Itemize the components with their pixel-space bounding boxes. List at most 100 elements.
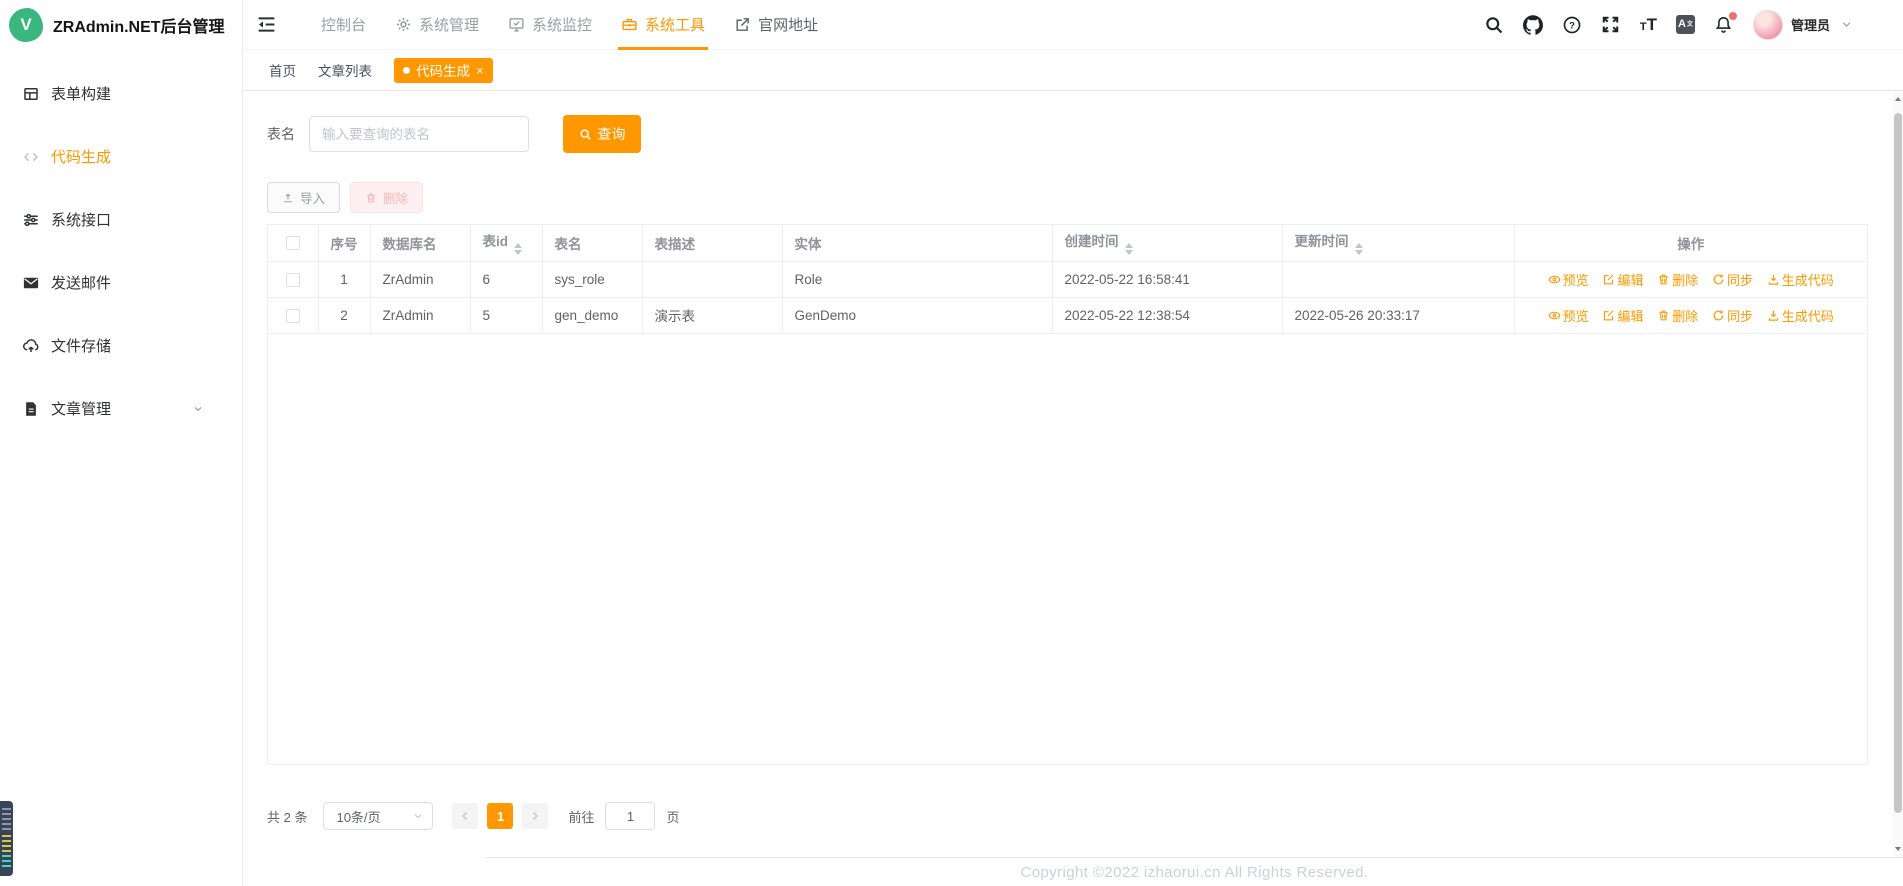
- sort-icon[interactable]: [1124, 243, 1133, 256]
- fullscreen-icon[interactable]: [1601, 15, 1621, 35]
- help-icon[interactable]: ?: [1562, 15, 1582, 35]
- sidebar-item-label: 文章管理: [51, 401, 112, 418]
- sidebar-item-label: 系统接口: [51, 212, 112, 229]
- goto-page-input[interactable]: [605, 802, 656, 830]
- col-created-at[interactable]: 创建时间: [1052, 225, 1283, 262]
- select-all-checkbox[interactable]: [285, 236, 300, 251]
- next-page-button[interactable]: [522, 803, 549, 829]
- svg-text:?: ?: [1569, 20, 1575, 31]
- scrollbar-thumb[interactable]: [1894, 113, 1902, 813]
- nav-item-label: 系统监控: [532, 17, 593, 34]
- username[interactable]: 管理员: [1791, 15, 1830, 34]
- delete-button[interactable]: 删除: [350, 182, 424, 213]
- active-tab-dot: [403, 66, 410, 74]
- scrollbar[interactable]: [1893, 91, 1903, 857]
- cell-database: ZrAdmin: [370, 261, 471, 298]
- cell-description: 演示表: [642, 297, 783, 334]
- edit-link[interactable]: 编辑: [1602, 270, 1643, 289]
- user-chevron-down-icon[interactable]: [1840, 18, 1853, 31]
- sidebar: V ZRAdmin.NET后台管理 表单构建 代码生成 系统接口 发送邮件 文件…: [0, 0, 243, 886]
- copyright-text: Copyright ©2022 izhaorui.cn All Rights R…: [1020, 863, 1369, 881]
- page-number-button[interactable]: 1: [487, 803, 514, 829]
- gen-table: 序号 数据库名 表id 表名 表描述 实体 创建时间 更新时间 操作 1 ZrA…: [267, 224, 1868, 765]
- tab-article-list[interactable]: 文章列表: [318, 60, 372, 80]
- sidebar-item-article-manage[interactable]: 文章管理: [0, 377, 242, 440]
- notification-bell-icon[interactable]: [1714, 11, 1737, 35]
- github-icon[interactable]: [1522, 14, 1543, 35]
- sidebar-item-form-build[interactable]: 表单构建: [0, 62, 242, 125]
- sidebar-item-send-mail[interactable]: 发送邮件: [0, 251, 242, 314]
- language-sup: 文: [1686, 21, 1693, 28]
- prev-page-button[interactable]: [452, 803, 479, 829]
- main-area: 控制台 系统管理 系统监控 系统工具 官网地址 ? T T A 文 管理员 首页…: [243, 0, 1903, 886]
- toolbox-icon: [621, 16, 638, 33]
- generate-code-link[interactable]: 生成代码: [1767, 270, 1834, 289]
- import-button[interactable]: 导入: [267, 182, 341, 213]
- nav-item-official-site[interactable]: 官网地址: [734, 0, 818, 50]
- nav-item-system-manage[interactable]: 系统管理: [395, 0, 479, 50]
- trash-icon: [365, 192, 377, 204]
- language-icon[interactable]: A文: [1675, 15, 1695, 34]
- menu-fold-icon[interactable]: [243, 0, 291, 50]
- table-row[interactable]: 2 ZrAdmin 5 gen_demo 演示表 GenDemo 2022-05…: [268, 297, 1867, 334]
- navbar-right: ? TT A文 管理员: [1484, 9, 1903, 40]
- widget-stripes-teal: [2, 855, 11, 869]
- scroll-down-arrow[interactable]: [1893, 843, 1903, 855]
- query-button[interactable]: 查询: [563, 115, 641, 153]
- nav-item-system-monitor[interactable]: 系统监控: [508, 0, 592, 50]
- import-button-label: 导入: [300, 192, 326, 206]
- delete-link[interactable]: 删除: [1657, 270, 1698, 289]
- edit-icon: [1602, 273, 1615, 286]
- language-letter: A: [1678, 18, 1686, 30]
- cell-table-id: 6: [470, 261, 543, 298]
- preview-link[interactable]: 预览: [1548, 306, 1589, 325]
- preview-link[interactable]: 预览: [1548, 270, 1589, 289]
- col-entity: 实体: [782, 225, 1053, 262]
- cell-table-id: 5: [470, 297, 543, 334]
- sync-link[interactable]: 同步: [1712, 270, 1753, 289]
- sidebar-menu: 表单构建 代码生成 系统接口 发送邮件 文件存储 文章管理: [0, 50, 242, 440]
- sidebar-item-file-storage[interactable]: 文件存储: [0, 314, 242, 377]
- row-checkbox[interactable]: [285, 308, 300, 323]
- scroll-up-arrow[interactable]: [1893, 93, 1903, 105]
- row-checkbox[interactable]: [285, 272, 300, 287]
- table-row[interactable]: 1 ZrAdmin 6 sys_role Role 2022-05-22 16:…: [268, 261, 1867, 298]
- trash-icon: [1657, 309, 1670, 322]
- generate-code-link[interactable]: 生成代码: [1767, 306, 1834, 325]
- col-table-id[interactable]: 表id: [470, 225, 543, 262]
- notification-badge: [1728, 11, 1737, 20]
- nav-item-label: 官网地址: [758, 17, 819, 34]
- page-size-select[interactable]: 10条/页: [323, 802, 434, 830]
- tab-code-gen[interactable]: 代码生成 ×: [394, 57, 493, 83]
- cell-index: 2: [318, 297, 371, 334]
- sidebar-item-code-gen[interactable]: 代码生成: [0, 125, 242, 188]
- font-size-icon[interactable]: TT: [1640, 16, 1657, 33]
- nav-item-console[interactable]: 控制台: [321, 0, 366, 50]
- query-button-label: 查询: [597, 126, 626, 142]
- nav-item-system-tools[interactable]: 系统工具: [618, 0, 709, 50]
- sidebar-item-system-api[interactable]: 系统接口: [0, 188, 242, 251]
- sort-icon[interactable]: [1354, 243, 1363, 256]
- edit-link[interactable]: 编辑: [1602, 306, 1643, 325]
- logo-letter: V: [20, 15, 32, 34]
- col-updated-at[interactable]: 更新时间: [1282, 225, 1515, 262]
- cell-description: [642, 261, 783, 298]
- search-icon: [579, 128, 592, 141]
- tab-close-icon[interactable]: ×: [476, 64, 484, 77]
- search-icon[interactable]: [1484, 15, 1504, 35]
- sync-link[interactable]: 同步: [1712, 306, 1753, 325]
- refresh-icon: [1712, 309, 1725, 322]
- chevron-down-icon: [412, 810, 424, 822]
- tab-home[interactable]: 首页: [269, 60, 296, 80]
- sidebar-item-label: 文件存储: [51, 338, 112, 355]
- external-link-icon: [734, 16, 751, 33]
- chevron-down-icon: [189, 400, 207, 418]
- sort-icon[interactable]: [514, 243, 522, 256]
- delete-link[interactable]: 删除: [1657, 306, 1698, 325]
- logo-row[interactable]: V ZRAdmin.NET后台管理: [0, 0, 242, 50]
- avatar[interactable]: [1752, 9, 1783, 40]
- minimized-panel-widget[interactable]: [0, 801, 13, 876]
- widget-stripes-gray: [2, 808, 11, 832]
- table-name-input[interactable]: [309, 116, 529, 152]
- col-index: 序号: [318, 225, 371, 262]
